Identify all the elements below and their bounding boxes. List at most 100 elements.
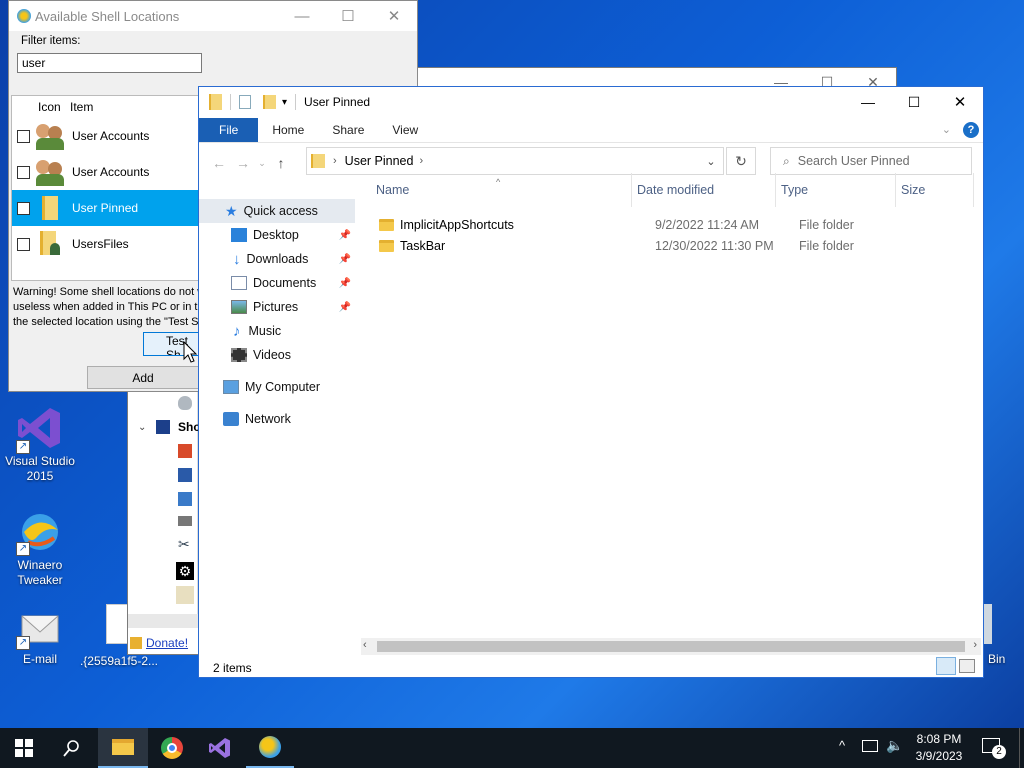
minimize-icon[interactable]: — xyxy=(279,8,325,25)
address-bar[interactable]: › User Pinned › ⌄ xyxy=(306,147,724,175)
breadcrumb-item[interactable]: User Pinned xyxy=(345,154,414,168)
large-icons-view-icon[interactable] xyxy=(959,659,975,673)
forward-icon[interactable]: → xyxy=(231,155,255,171)
start-button[interactable] xyxy=(0,728,48,768)
breadcrumb-chevron-icon[interactable]: › xyxy=(333,155,337,167)
nav-item-music[interactable]: ♪ Music xyxy=(199,319,355,343)
desktop-icon-email[interactable]: ↗ E-mail xyxy=(0,602,80,667)
maximize-icon[interactable]: ☐ xyxy=(891,94,937,111)
refresh-button[interactable]: ↻ xyxy=(726,147,756,175)
close-icon[interactable]: ✕ xyxy=(371,7,417,25)
scissors-icon: ✂ xyxy=(178,536,190,552)
scrollbar-thumb[interactable] xyxy=(377,641,965,652)
column-divider[interactable] xyxy=(631,173,632,207)
show-hidden-icons[interactable]: ^ xyxy=(839,738,845,753)
shield-icon xyxy=(178,396,192,410)
taskbar-chrome[interactable] xyxy=(148,728,196,768)
pin-icon[interactable]: 📌 xyxy=(339,302,351,313)
search-input[interactable]: Search User Pinned xyxy=(798,154,910,168)
recent-locations-icon[interactable]: ⌄ xyxy=(255,158,269,169)
folder-icon xyxy=(42,196,58,220)
pin-icon[interactable]: 📌 xyxy=(339,254,351,265)
column-divider[interactable] xyxy=(973,173,974,207)
nav-item-documents[interactable]: Documents 📌 xyxy=(199,271,355,295)
close-icon[interactable]: ✕ xyxy=(937,93,983,111)
desktop-icon-visual-studio[interactable]: ↗ Visual Studio 2015 xyxy=(0,404,80,484)
column-header-name[interactable]: Name xyxy=(376,183,409,197)
back-icon[interactable]: ← xyxy=(207,155,231,171)
volume-icon[interactable]: 🔈 xyxy=(886,737,903,754)
tab-file[interactable]: File xyxy=(199,117,259,142)
desktop-icon-winaero[interactable]: ↗ Winaero Tweaker xyxy=(0,508,80,588)
list-item[interactable]: UsersFiles xyxy=(12,226,200,262)
search-box[interactable]: ⌕ Search User Pinned xyxy=(770,147,972,175)
taskbar-file-explorer[interactable] xyxy=(98,728,148,768)
items-list[interactable]: Icon Item User Accounts User Accounts Us… xyxy=(11,95,200,281)
user-accounts-icon xyxy=(36,158,66,186)
file-row[interactable]: TaskBar 12/30/2022 11:30 PM File folder xyxy=(379,236,969,256)
column-header-icon[interactable]: Icon xyxy=(38,100,61,114)
pin-icon[interactable]: 📌 xyxy=(339,230,351,241)
action-center-button[interactable]: 2 xyxy=(982,738,1006,759)
item-checkbox[interactable] xyxy=(17,165,30,179)
nav-item-videos[interactable]: Videos xyxy=(199,343,355,367)
scroll-right-icon[interactable]: › xyxy=(973,639,977,651)
pin-icon[interactable]: 📌 xyxy=(339,278,351,289)
expand-ribbon-icon[interactable]: ⌄ xyxy=(942,123,951,136)
desktop-icon-label: Bin xyxy=(988,652,1006,666)
up-icon[interactable]: ↑ xyxy=(269,155,293,171)
column-header-size[interactable]: Size xyxy=(901,183,925,197)
nav-item-downloads[interactable]: ↓ Downloads 📌 xyxy=(199,247,355,271)
item-checkbox[interactable] xyxy=(17,201,30,215)
tab-view[interactable]: View xyxy=(378,119,432,141)
donate-link[interactable]: Donate! xyxy=(146,636,188,650)
nav-item-network[interactable]: Network xyxy=(199,407,355,431)
nav-item-pictures[interactable]: Pictures 📌 xyxy=(199,295,355,319)
item-checkbox[interactable] xyxy=(17,237,30,251)
nav-item-my-computer[interactable]: My Computer xyxy=(199,375,355,399)
column-header-item[interactable]: Item xyxy=(70,100,93,114)
list-item-selected[interactable]: User Pinned xyxy=(12,190,200,226)
maximize-icon[interactable]: ☐ xyxy=(325,7,371,25)
breadcrumb-chevron-icon[interactable]: › xyxy=(419,155,423,167)
horizontal-scrollbar[interactable]: ‹ › xyxy=(361,638,981,655)
column-header-date-modified[interactable]: Date modified xyxy=(637,183,714,197)
help-icon[interactable]: ? xyxy=(963,121,979,138)
taskbar-winaero[interactable] xyxy=(246,728,294,768)
network-tray-icon[interactable] xyxy=(862,740,878,752)
column-divider[interactable] xyxy=(895,173,896,207)
shortcut-icon xyxy=(156,420,170,434)
winaero-tweaker-icon xyxy=(259,736,281,758)
nav-item-quick-access[interactable]: ★ Quick access xyxy=(199,199,355,223)
list-item-label: User Accounts xyxy=(72,129,150,143)
windows-icon xyxy=(15,739,33,757)
list-item[interactable]: User Accounts xyxy=(12,118,200,154)
chevron-down-icon[interactable]: ▾ xyxy=(282,97,287,108)
horizontal-scrollbar[interactable] xyxy=(128,614,198,628)
add-button[interactable]: Add xyxy=(87,366,199,389)
desktop-icon-recycle-bin[interactable]: Bin xyxy=(982,604,1024,667)
filter-input[interactable] xyxy=(17,53,202,73)
window-title: User Pinned xyxy=(304,95,371,109)
details-view-icon[interactable] xyxy=(936,657,956,675)
scroll-left-icon[interactable]: ‹ xyxy=(363,639,367,651)
item-checkbox[interactable] xyxy=(17,129,30,143)
column-divider[interactable] xyxy=(775,173,776,207)
file-row[interactable]: ImplicitAppShortcuts 9/2/2022 11:24 AM F… xyxy=(379,215,969,235)
list-item[interactable]: User Accounts xyxy=(12,154,200,190)
tab-home[interactable]: Home xyxy=(258,119,318,141)
taskbar-visual-studio[interactable] xyxy=(196,728,244,768)
chrome-icon xyxy=(161,737,183,759)
new-folder-icon[interactable] xyxy=(263,95,276,109)
videos-icon xyxy=(231,348,247,362)
chevron-down-icon[interactable]: ⌄ xyxy=(138,422,146,433)
properties-icon[interactable] xyxy=(239,95,251,109)
search-button[interactable] xyxy=(48,728,96,768)
show-desktop-button[interactable] xyxy=(1019,728,1024,768)
nav-item-desktop[interactable]: Desktop 📌 xyxy=(199,223,355,247)
column-header-type[interactable]: Type xyxy=(781,183,808,197)
clock[interactable]: 8:08 PM 3/9/2023 xyxy=(910,731,968,765)
address-dropdown-icon[interactable]: ⌄ xyxy=(699,155,723,168)
tab-share[interactable]: Share xyxy=(318,119,378,141)
minimize-icon[interactable]: — xyxy=(845,94,891,110)
